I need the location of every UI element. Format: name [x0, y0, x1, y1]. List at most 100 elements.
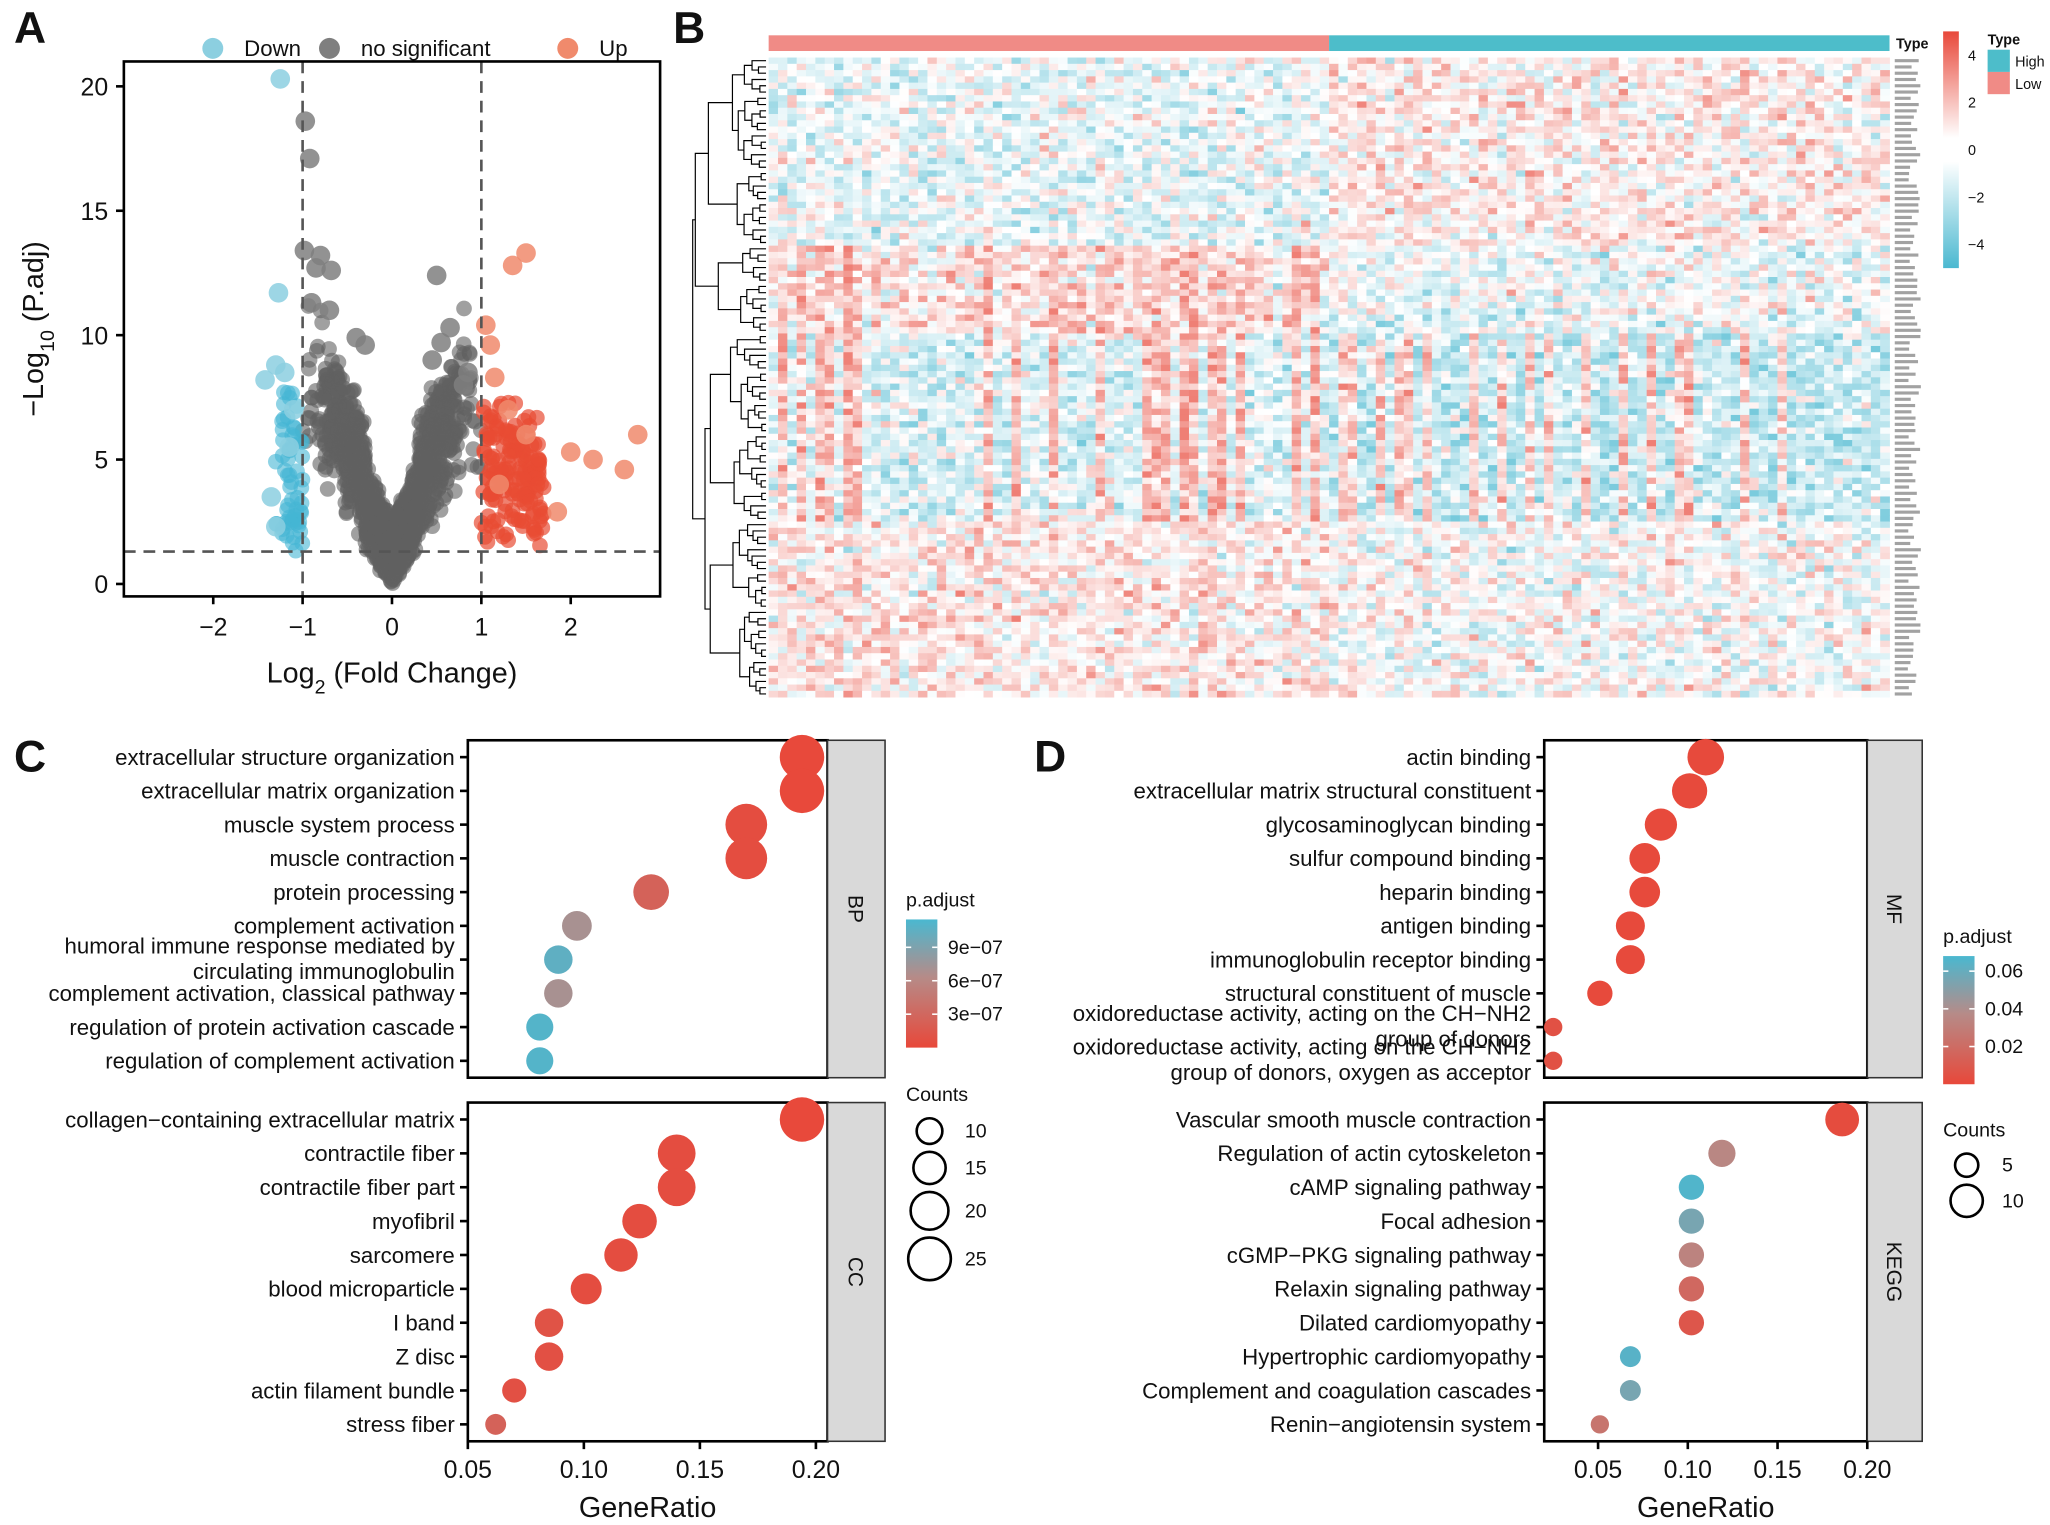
heatmap-cell	[880, 76, 891, 84]
heatmap-cell	[1805, 107, 1816, 115]
heatmap-cell	[1151, 57, 1162, 65]
heatmap-cell	[1347, 132, 1358, 140]
heatmap-cell	[1805, 113, 1816, 121]
heatmap-cell	[1674, 132, 1685, 140]
heatmap-cell	[1357, 63, 1367, 71]
heatmap-cell	[955, 95, 966, 102]
heatmap-cell	[964, 201, 975, 209]
heatmap-cell	[1385, 208, 1395, 215]
heatmap-cell	[1693, 132, 1704, 140]
heatmap-cell	[1086, 176, 1096, 184]
heatmap-cell	[1282, 170, 1293, 178]
volcano-point-Up	[480, 335, 501, 355]
heatmap-cell	[852, 132, 863, 140]
heatmap-cell	[1123, 107, 1134, 115]
heatmap-cell	[1712, 182, 1722, 190]
heatmap-cell	[843, 76, 854, 84]
heatmap-cell	[1627, 195, 1638, 203]
heatmap-cell	[899, 195, 910, 203]
heatmap-cell	[862, 195, 872, 203]
heatmap-cell	[1571, 107, 1582, 115]
heatmap-cell	[1712, 63, 1722, 71]
heatmap-cell	[1749, 70, 1760, 77]
heatmap-cell	[1132, 95, 1143, 102]
heatmap-cell	[983, 126, 994, 134]
heatmap-cell	[1226, 126, 1237, 134]
heatmap-cell	[1497, 126, 1507, 134]
heatmap-cell	[1721, 57, 1732, 65]
heatmap-cell	[1151, 120, 1162, 127]
heatmap-cell	[1590, 164, 1601, 171]
heatmap-cell	[1515, 145, 1526, 152]
heatmap-cell	[880, 151, 891, 159]
heatmap-cell	[1796, 170, 1806, 178]
heatmap-cell	[1786, 189, 1797, 196]
heatmap-cell	[1413, 145, 1423, 152]
heatmap-cell	[1842, 113, 1853, 121]
heatmap-cell	[1263, 70, 1274, 77]
heatmap-cell	[1291, 182, 1302, 190]
heatmap-cell	[1188, 139, 1199, 146]
heatmap-cell	[862, 101, 872, 109]
heatmap-cell	[1637, 82, 1648, 90]
heatmap-cell	[862, 208, 872, 215]
dendrogram-branch	[751, 555, 767, 567]
heatmap-cell	[1273, 113, 1283, 121]
dendrogram-branch	[752, 530, 767, 541]
heatmap-cell	[1758, 126, 1769, 134]
heatmap-cell	[1273, 182, 1283, 190]
heatmap-cell	[1188, 164, 1199, 171]
heatmap-cell	[1160, 151, 1171, 159]
heatmap-cell	[1740, 88, 1750, 96]
heatmap-cell	[1571, 176, 1582, 184]
heatmap-cell	[1665, 151, 1676, 159]
heatmap-cell	[787, 88, 798, 96]
heatmap-cell	[1665, 70, 1676, 77]
heatmap-cell	[768, 201, 779, 209]
heatmap-cell	[1721, 170, 1732, 178]
heatmap-cell	[1637, 107, 1648, 115]
heatmap-cell	[1170, 101, 1181, 109]
heatmap-cell	[1366, 76, 1377, 84]
x-axis-title: Log2 (Fold Change)	[267, 658, 518, 699]
heatmap-cell	[1160, 57, 1171, 65]
heatmap-cell	[1777, 176, 1788, 184]
heatmap-cell	[1291, 145, 1302, 152]
heatmap-cell	[1870, 120, 1881, 127]
heatmap-cell	[1478, 82, 1489, 90]
heatmap-cell	[1450, 70, 1461, 77]
heatmap-cell	[1422, 182, 1433, 190]
heatmap-cell	[1515, 157, 1526, 165]
heatmap-cell	[1226, 201, 1237, 209]
heatmap-cell	[1375, 195, 1386, 203]
heatmap-cell	[899, 139, 910, 146]
heatmap-cell	[1571, 195, 1582, 203]
heatmap-cell	[983, 88, 994, 96]
heatmap-cell	[1291, 195, 1302, 203]
heatmap-cell	[1179, 201, 1190, 209]
heatmap-cell	[1039, 176, 1050, 184]
heatmap-cell	[777, 113, 788, 121]
heatmap-cell	[1095, 95, 1106, 102]
heatmap-cell	[1086, 88, 1096, 96]
heatmap-cell	[1515, 170, 1526, 178]
heatmap-cell	[1506, 132, 1517, 140]
heatmap-cell	[1758, 139, 1769, 146]
heatmap-cell	[1786, 157, 1797, 165]
heatmap-cell	[1693, 57, 1704, 65]
heatmap-cell	[1721, 107, 1732, 115]
heatmap-cell	[1030, 57, 1040, 65]
heatmap-cell	[777, 139, 788, 146]
heatmap-cell	[1160, 101, 1171, 109]
heatmap-cell	[1571, 120, 1582, 127]
heatmap-cell	[1721, 145, 1732, 152]
heatmap-cell	[777, 95, 788, 102]
heatmap-cell	[1422, 157, 1433, 165]
heatmap-cell	[1216, 176, 1227, 184]
heatmap-cell	[1403, 76, 1414, 84]
heatmap-cell	[1226, 176, 1237, 184]
heatmap-cell	[1534, 95, 1545, 102]
heatmap-cell	[1768, 101, 1778, 109]
heatmap-cell	[1786, 101, 1797, 109]
heatmap-cell	[1497, 95, 1507, 102]
